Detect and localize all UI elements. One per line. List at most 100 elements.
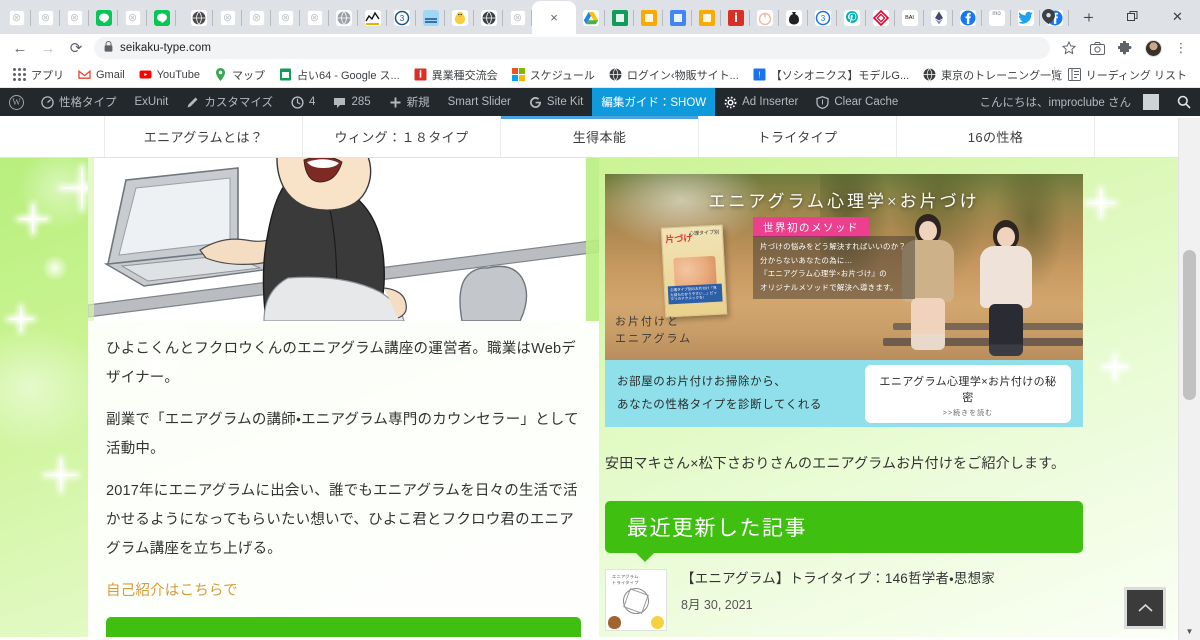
bookmarks-bar-right: リーディング リスト (1053, 65, 1194, 85)
wp-admin-site-kit[interactable]: Site Kit (520, 88, 592, 116)
globe-dark2-icon (923, 68, 936, 82)
address-bar[interactable]: seikaku-type.com (94, 37, 1050, 59)
banner-badge: 世界初のメソッド (753, 217, 869, 237)
nav-item-1[interactable]: エニアグラムとは？ (105, 116, 303, 157)
browser-tab[interactable] (213, 2, 242, 34)
post-thumbnail[interactable]: エニアグラム トライタイプ (605, 569, 667, 631)
page-scrollbar[interactable]: ▼ (1178, 118, 1200, 640)
wp-admin-edit-guide[interactable]: 編集ガイド：SHOW (592, 88, 716, 116)
wp-admin-new[interactable]: 新規 (380, 88, 439, 116)
banner-copy-line-2: 分からないあなたの為に… (760, 255, 853, 265)
close-icon[interactable]: × (550, 10, 558, 25)
bookmark-blue-badge[interactable]: ! 【ソシオニクス】モデルG... (746, 65, 916, 85)
profile-avatar[interactable] (1140, 35, 1166, 61)
search-icon[interactable] (1168, 88, 1200, 116)
bookmark-gmail[interactable]: Gmail (71, 65, 132, 85)
maximize-button[interactable] (1110, 0, 1155, 33)
cta-button[interactable] (106, 617, 581, 637)
close-window-button[interactable]: ✕ (1155, 0, 1200, 33)
wp-admin-clear-cache[interactable]: Clear Cache (807, 88, 907, 116)
active-tab[interactable]: × (532, 1, 576, 34)
nav-item-3[interactable]: 生得本能 (501, 116, 699, 157)
wp-admin-customize[interactable]: カスタマイズ (177, 88, 282, 116)
forward-button[interactable]: → (34, 34, 62, 62)
bookmark-google-sheets[interactable]: 占い64 - Google ス... (272, 65, 407, 85)
toolbar-actions: ⋮ (1056, 35, 1194, 61)
browser-tab[interactable] (924, 2, 953, 34)
post-title[interactable]: 【エニアグラム】トライタイプ：146哲学者・思想家 (681, 569, 995, 589)
browser-tab[interactable] (503, 2, 532, 34)
browser-tab[interactable] (300, 2, 329, 34)
wp-admin-ad-inserter[interactable]: Ad Inserter (715, 88, 807, 116)
browser-tab[interactable] (118, 2, 147, 34)
browser-tab[interactable] (721, 2, 750, 34)
browser-tab[interactable]: 3 (808, 2, 837, 34)
browser-tab[interactable] (605, 2, 634, 34)
browser-tab[interactable]: 3 (387, 2, 416, 34)
chrome-menu-icon[interactable]: ⋮ (1168, 35, 1194, 61)
profile-link[interactable]: 自己紹介はこちらで (106, 577, 581, 606)
browser-tab[interactable] (692, 2, 721, 34)
profile-pin-icon[interactable] (1031, 0, 1065, 33)
window-controls: – ✕ (1031, 0, 1200, 33)
nav-item-2[interactable]: ウィング：１８タイプ (303, 116, 501, 157)
wp-admin-site-name[interactable]: 性格タイプ (32, 88, 126, 116)
browser-tab[interactable] (329, 2, 358, 34)
wp-admin-exunit[interactable]: ExUnit (126, 88, 178, 116)
browser-tab[interactable] (837, 2, 866, 34)
wp-admin-comments[interactable]: 285 (324, 88, 379, 116)
browser-tab[interactable] (60, 2, 89, 34)
howdy-greeting[interactable]: こんにちは、improclube さん (971, 88, 1168, 116)
bookmark-globe-dark[interactable]: ログイン‹物販サイト... (602, 65, 746, 85)
broken-favicon (124, 10, 141, 26)
reload-button[interactable]: ⟳ (62, 34, 90, 62)
browser-tab[interactable]: BAI (895, 2, 924, 34)
moneybag-favicon (785, 10, 802, 26)
scrollbar-thumb[interactable] (1183, 250, 1196, 400)
browser-tab[interactable] (474, 2, 503, 34)
nav-item-label: エニアグラムとは？ (143, 130, 264, 145)
scroll-to-top-button[interactable] (1124, 587, 1166, 629)
browser-tab[interactable] (416, 2, 445, 34)
scrollbar-down-arrow[interactable]: ▼ (1179, 627, 1200, 636)
browser-tab[interactable] (147, 2, 176, 34)
browser-tab[interactable] (779, 2, 808, 34)
banner-cta-box[interactable]: エニアグラム心理学×お片付けの秘密 >>続きを読む (865, 364, 1071, 423)
back-button[interactable]: ← (6, 34, 34, 62)
browser-tab[interactable] (271, 2, 300, 34)
wp-admin-smart-slider[interactable]: Smart Slider (439, 88, 520, 116)
browser-tab[interactable] (953, 2, 982, 34)
wp-admin-updates[interactable]: 4 (282, 88, 324, 116)
bookmark-apps-grid[interactable]: アプリ (6, 65, 71, 85)
browser-tab[interactable] (2, 2, 31, 34)
browser-tab[interactable] (576, 2, 605, 34)
promo-banner[interactable]: エニアグラム心理学×お片づけ 世界初のメソッド 片づけの悩みをどう解決すればいい… (605, 174, 1083, 427)
minimize-button[interactable]: – (1065, 0, 1110, 33)
extensions-puzzle-icon[interactable] (1112, 35, 1138, 61)
browser-tab[interactable]: mo (982, 2, 1011, 34)
browser-tab[interactable] (358, 2, 387, 34)
bookmark-microsoft[interactable]: スケジュール (505, 65, 602, 85)
browser-tab[interactable] (184, 2, 213, 34)
book-cover: 片づけ 心理タイプ別 心理タイプ別のお片付け「見た目もわかりやすい…」ピッタリの… (660, 224, 728, 318)
bookmark-red-info[interactable]: 異業種交流会 (407, 65, 505, 85)
browser-tab[interactable] (445, 2, 474, 34)
wordpress-logo[interactable] (0, 88, 32, 116)
post-meta: 【エニアグラム】トライタイプ：146哲学者・思想家 8月 30, 2021 (681, 569, 995, 631)
nav-item-4[interactable]: トライタイプ (699, 116, 897, 157)
nav-item-5[interactable]: 16の性格 (897, 116, 1095, 157)
browser-tab[interactable] (31, 2, 60, 34)
reading-list-button[interactable]: リーディング リスト (1061, 65, 1194, 85)
bookmark-youtube[interactable]: YouTube (132, 65, 207, 85)
browser-tab[interactable] (663, 2, 692, 34)
bookmark-globe-dark2[interactable]: 東京のトレーニング一覧 (916, 65, 1069, 85)
screenshot-camera-icon[interactable] (1084, 35, 1110, 61)
browser-tab[interactable] (866, 2, 895, 34)
browser-tab[interactable] (242, 2, 271, 34)
bookmark-star-icon[interactable] (1056, 35, 1082, 61)
peach-favicon (756, 10, 773, 26)
browser-tab[interactable] (634, 2, 663, 34)
browser-tab[interactable] (89, 2, 118, 34)
bookmark-maps[interactable]: マップ (207, 65, 272, 85)
browser-tab[interactable] (750, 2, 779, 34)
